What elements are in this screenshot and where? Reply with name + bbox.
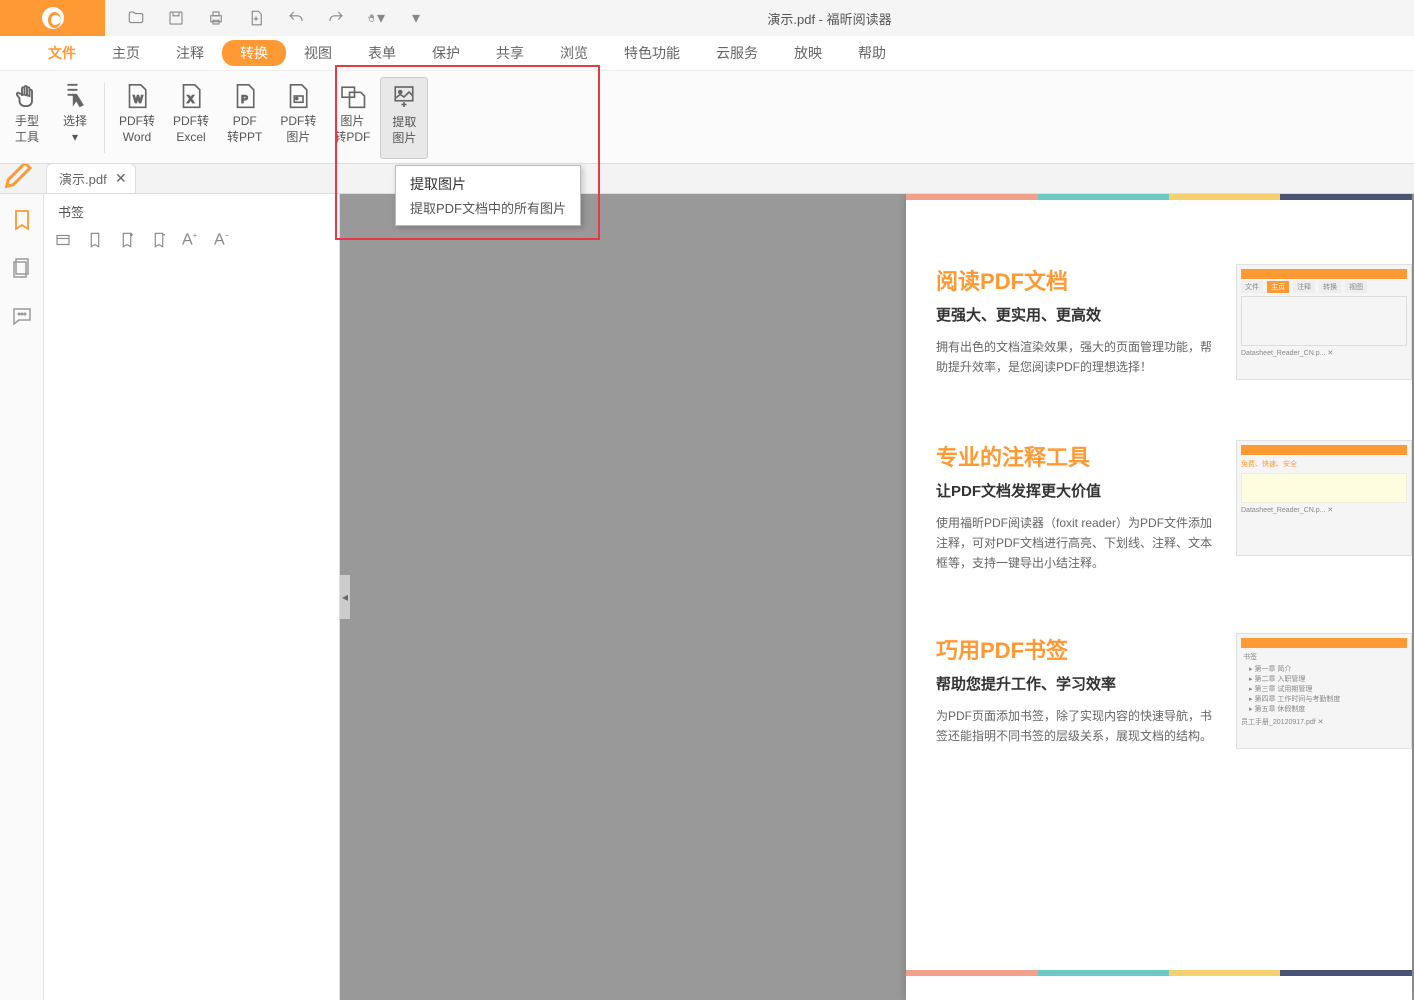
redo-icon[interactable] [327, 9, 345, 27]
bm-font-up-icon[interactable]: A+ [182, 231, 200, 249]
open-icon[interactable] [127, 9, 145, 27]
img-doc-icon [337, 81, 367, 111]
ribbon-doc-p-button[interactable]: P PDF 转PPT [219, 77, 270, 159]
feature-description: 使用福昕PDF阅读器（foxit reader）为PDF文件添加注释，可对PDF… [936, 513, 1220, 573]
tooltip-desc: 提取PDF文档中的所有图片 [410, 198, 566, 217]
menu-help[interactable]: 帮助 [840, 38, 904, 68]
menu-file[interactable]: 文件 [30, 38, 94, 68]
document-tab[interactable]: 演示.pdf ✕ [46, 163, 136, 193]
main-area: 书签 A+ A− ◂ 阅读PDF文档更强大、更实用、更高效拥有出色的文档渲染效果… [0, 194, 1414, 1000]
ribbon-cursor-button[interactable]: 选择 ▾ [52, 77, 98, 159]
ribbon-hand-button[interactable]: 手型 工具 [4, 77, 50, 159]
ribbon-label: 提取 图片 [392, 114, 416, 146]
feature-title: 专业的注释工具 [936, 440, 1220, 472]
ribbon-label: 选择 ▾ [63, 113, 87, 145]
menu-form[interactable]: 表单 [350, 38, 414, 68]
bookmarks-panel: 书签 A+ A− [44, 194, 340, 1000]
bm-add-icon[interactable] [86, 231, 104, 249]
menu-view[interactable]: 视图 [286, 38, 350, 68]
print-icon[interactable] [207, 9, 225, 27]
feature-title: 巧用PDF书签 [936, 633, 1220, 665]
page-stripe-bottom [906, 970, 1412, 976]
ribbon-doc-img-button[interactable]: PDF转 图片 [272, 77, 324, 159]
ribbon-label: PDF转 Word [119, 113, 155, 145]
ribbon-toolbar: 手型 工具选择 ▾WPDF转 WordXPDF转 ExcelPPDF 转PPTP… [0, 71, 1414, 164]
bookmark-icon[interactable] [10, 208, 34, 232]
menu-home[interactable]: 主页 [94, 38, 158, 68]
ribbon-label: PDF 转PPT [227, 113, 262, 145]
feature-thumbnail: 免费、快速、安全Datasheet_Reader_CN.p... ✕ [1236, 440, 1412, 556]
doc-p-icon: P [230, 81, 260, 111]
ribbon-label: 图片 转PDF [334, 113, 370, 145]
menu-cloud[interactable]: 云服务 [698, 38, 776, 68]
tooltip: 提取图片 提取PDF文档中的所有图片 [395, 165, 581, 226]
feature-thumbnail: 文件主页注释转换视图Datasheet_Reader_CN.p... ✕ [1236, 264, 1412, 380]
side-toolbar [0, 194, 44, 1000]
hand-icon [12, 81, 42, 111]
bm-add-plus-icon[interactable] [118, 231, 136, 249]
save-icon[interactable] [167, 9, 185, 27]
feature-subtitle: 让PDF文档发挥更大价值 [936, 480, 1220, 501]
doc-w-icon: W [122, 81, 152, 111]
qat-dropdown-icon[interactable]: ▾ [407, 9, 425, 27]
menu-bar: 文件 主页 注释 转换 视图 表单 保护 共享 浏览 特色功能 云服务 放映 帮… [0, 36, 1414, 71]
page-stripe-top [906, 194, 1412, 200]
bm-remove-icon[interactable] [150, 231, 168, 249]
ribbon-doc-x-button[interactable]: X PDF转 Excel [165, 77, 217, 159]
svg-text:X: X [187, 94, 194, 105]
menu-features[interactable]: 特色功能 [606, 38, 698, 68]
ribbon-extract-button[interactable]: 提取 图片 [380, 77, 428, 159]
bookmarks-title: 书签 [44, 194, 339, 227]
document-viewer[interactable]: ◂ 阅读PDF文档更强大、更实用、更高效拥有出色的文档渲染效果，强大的页面管理功… [340, 194, 1414, 1000]
quick-access-toolbar: ▾ ▾ [105, 9, 425, 27]
feature-subtitle: 帮助您提升工作、学习效率 [936, 673, 1220, 694]
menu-protect[interactable]: 保护 [414, 38, 478, 68]
titlebar: ▾ ▾ 演示.pdf - 福昕阅读器 [0, 0, 1414, 36]
svg-text:P: P [241, 94, 248, 105]
feature-title: 阅读PDF文档 [936, 264, 1220, 296]
tooltip-title: 提取图片 [410, 174, 566, 194]
feature-block: 阅读PDF文档更强大、更实用、更高效拥有出色的文档渲染效果，强大的页面管理功能，… [936, 264, 1412, 380]
menu-convert[interactable]: 转换 [222, 40, 286, 66]
cursor-icon [60, 81, 90, 111]
window-title: 演示.pdf - 福昕阅读器 [425, 9, 1414, 28]
undo-icon[interactable] [287, 9, 305, 27]
app-logo[interactable] [0, 0, 105, 36]
extract-icon [389, 82, 419, 112]
feature-subtitle: 更强大、更实用、更高效 [936, 304, 1220, 325]
menu-browse[interactable]: 浏览 [542, 38, 606, 68]
ribbon-label: 手型 工具 [15, 113, 39, 145]
menu-play[interactable]: 放映 [776, 38, 840, 68]
doc-img-icon [283, 81, 313, 111]
bm-expand-icon[interactable] [54, 231, 72, 249]
pdf-page: 阅读PDF文档更强大、更实用、更高效拥有出色的文档渲染效果，强大的页面管理功能，… [906, 194, 1412, 1000]
new-doc-icon[interactable] [247, 9, 265, 27]
doc-x-icon: X [176, 81, 206, 111]
hand-menu-icon[interactable]: ▾ [367, 9, 385, 27]
feature-thumbnail: 书签▸ 第一章 简介▸ 第二章 入职管理▸ 第三章 试用期管理▸ 第四章 工作时… [1236, 633, 1412, 749]
ribbon-doc-w-button[interactable]: W PDF转 Word [111, 77, 163, 159]
close-icon[interactable]: ✕ [115, 170, 127, 187]
ribbon-img-doc-button[interactable]: 图片 转PDF [326, 77, 378, 159]
svg-text:W: W [133, 94, 143, 105]
comment-icon[interactable] [10, 304, 34, 328]
ribbon-label: PDF转 Excel [173, 113, 209, 145]
menu-share[interactable]: 共享 [478, 38, 542, 68]
ribbon-label: PDF转 图片 [280, 113, 316, 145]
document-tab-bar: 演示.pdf ✕ [0, 164, 1414, 194]
feature-description: 拥有出色的文档渲染效果，强大的页面管理功能，帮助提升效率，是您阅读PDF的理想选… [936, 337, 1220, 377]
feature-description: 为PDF页面添加书签，除了实现内容的快速导航，书签还能指明不同书签的层级关系，展… [936, 706, 1220, 746]
feature-block: 专业的注释工具让PDF文档发挥更大价值使用福昕PDF阅读器（foxit read… [936, 440, 1412, 573]
bookmarks-toolbar: A+ A− [44, 227, 339, 253]
bm-font-down-icon[interactable]: A− [214, 231, 232, 249]
panel-collapse-handle[interactable]: ◂ [340, 575, 350, 619]
feature-block: 巧用PDF书签帮助您提升工作、学习效率为PDF页面添加书签，除了实现内容的快速导… [936, 633, 1412, 749]
menu-annotate[interactable]: 注释 [158, 38, 222, 68]
document-tab-label: 演示.pdf [59, 172, 107, 187]
pages-icon[interactable] [10, 256, 34, 280]
